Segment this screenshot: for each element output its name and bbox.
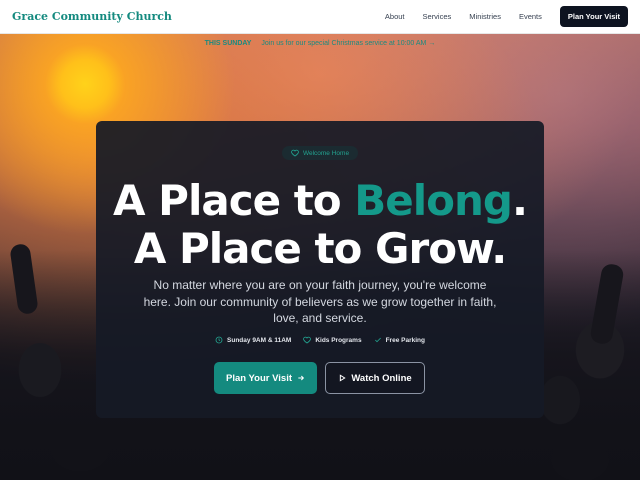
top-navbar: Grace Community Church About Services Mi… — [0, 0, 640, 34]
feature-free-parking: Free Parking — [374, 336, 425, 344]
welcome-badge: Welcome Home — [282, 146, 358, 160]
nav-link-services[interactable]: Services — [423, 12, 452, 21]
nav-link-about[interactable]: About — [385, 12, 405, 21]
announcement-bar[interactable]: THIS SUNDAY Join us for our special Chri… — [0, 40, 640, 47]
brand-logo-text[interactable]: Grace Community Church — [12, 10, 172, 23]
nav-link-events[interactable]: Events — [519, 12, 542, 21]
clock-icon — [215, 336, 223, 344]
arrow-right-icon: → — [428, 40, 436, 47]
arrow-right-icon — [298, 375, 305, 381]
feature-kids-programs: Kids Programs — [303, 336, 362, 344]
headline-accent-word: Belong — [354, 176, 513, 225]
heart-icon — [291, 149, 299, 157]
heart-icon — [303, 336, 312, 344]
headline-period: . — [511, 176, 528, 225]
play-icon — [340, 374, 346, 382]
feature-service-times: Sunday 9AM & 11AM — [215, 336, 291, 344]
feature-label: Sunday 9AM & 11AM — [227, 336, 292, 344]
headline-line-1: A Place to Belong. — [96, 177, 544, 225]
watch-online-button[interactable]: Watch Online — [325, 362, 425, 394]
headline-line-2: A Place to Grow. — [133, 224, 507, 273]
nav-plan-visit-button[interactable]: Plan Your Visit — [559, 6, 628, 27]
nav-link-ministries[interactable]: Ministries — [469, 12, 501, 21]
nav-links: About Services Ministries Events Plan Yo… — [385, 6, 628, 27]
check-icon — [374, 337, 381, 343]
button-label: Plan Your Visit — [226, 372, 292, 384]
announcement-text: Join us for our special Christmas servic… — [261, 40, 427, 47]
hero-subtitle: No matter where you are on your faith jo… — [143, 278, 497, 325]
button-label: Watch Online — [351, 372, 412, 384]
badge-label: Welcome Home — [302, 149, 350, 157]
announcement-tag: THIS SUNDAY — [204, 40, 252, 47]
feature-label: Kids Programs — [315, 336, 362, 344]
feature-list: Sunday 9AM & 11AM Kids Programs Free Par… — [96, 336, 544, 344]
feature-label: Free Parking — [385, 336, 425, 344]
plan-visit-button[interactable]: Plan Your Visit — [214, 362, 317, 394]
headline-text: A Place to — [113, 176, 355, 225]
